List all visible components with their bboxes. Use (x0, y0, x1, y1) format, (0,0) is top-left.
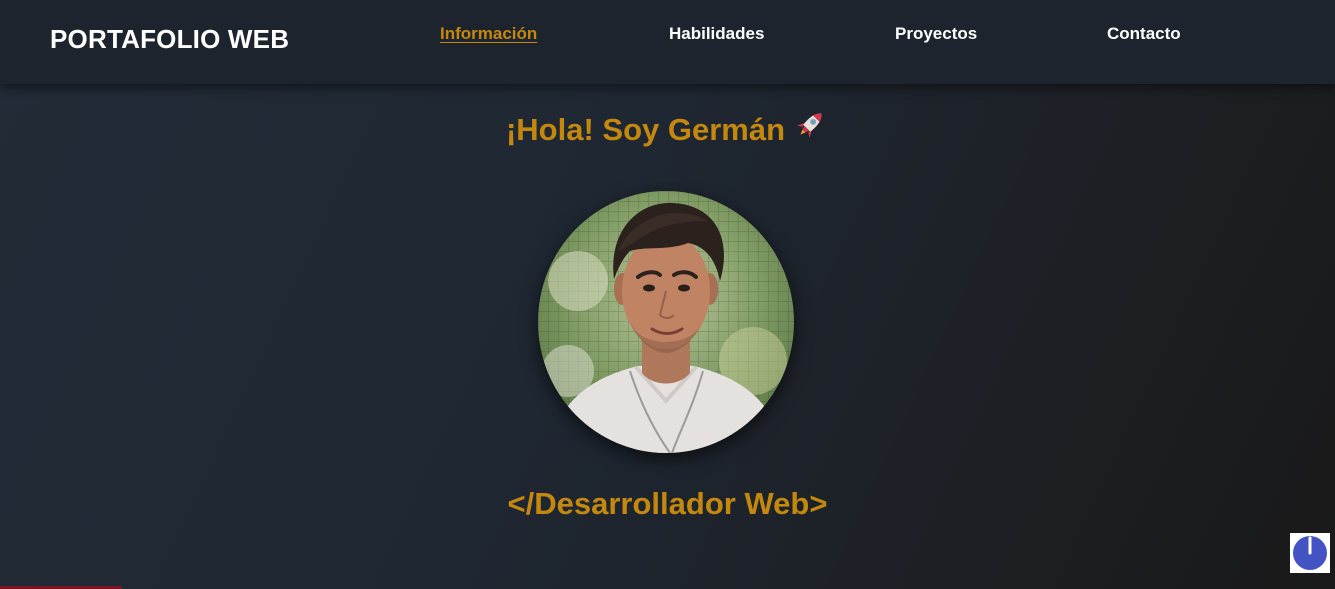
site-brand[interactable]: PORTAFOLIO WEB (50, 24, 289, 55)
nav-link-contacto[interactable]: Contacto (1107, 24, 1181, 44)
nav-link-informacion[interactable]: Información (440, 24, 537, 44)
nav-link-proyectos[interactable]: Proyectos (895, 24, 977, 44)
rocket-icon (793, 106, 829, 150)
power-widget-button[interactable] (1290, 533, 1330, 573)
power-icon (1290, 536, 1330, 577)
profile-photo (538, 191, 794, 453)
role-heading: </Desarrollador Web> (507, 486, 828, 521)
greeting-heading: ¡Hola! Soy Germán (0, 110, 1335, 154)
greeting-text: ¡Hola! Soy Germán (505, 112, 786, 148)
nav-link-habilidades[interactable]: Habilidades (669, 24, 764, 44)
navbar: PORTAFOLIO WEB Información Habilidades P… (0, 0, 1335, 84)
